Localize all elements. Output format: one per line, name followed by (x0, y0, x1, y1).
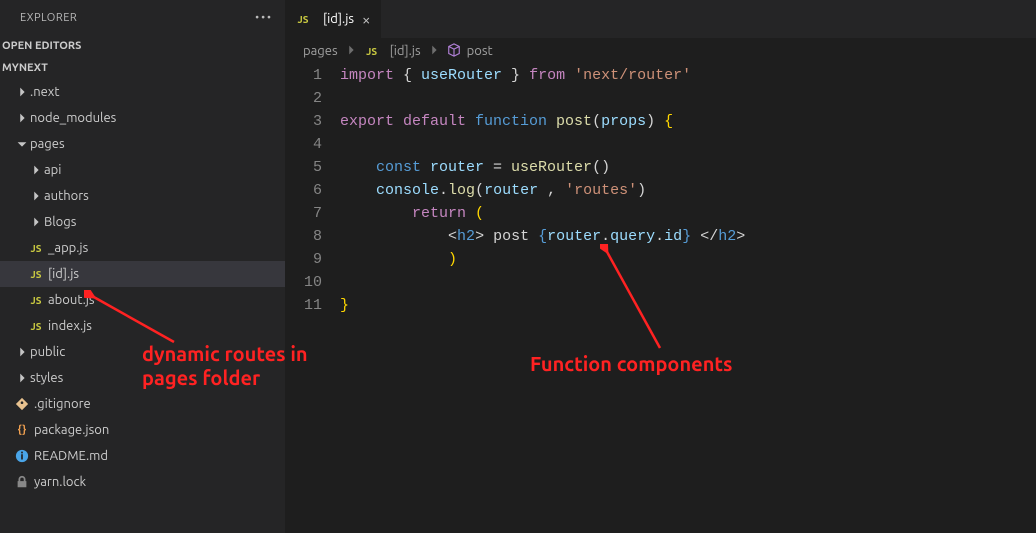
chevron-right-icon (14, 111, 30, 125)
breadcrumb[interactable]: pages JS [id].js post (285, 38, 1036, 64)
lock-icon (14, 475, 30, 489)
folder-node-modules[interactable]: node_modules (0, 105, 285, 131)
folder-label: public (30, 345, 65, 359)
chevron-right-icon (14, 85, 30, 99)
folder-label: Blogs (44, 215, 76, 229)
folder-api[interactable]: api (0, 157, 285, 183)
chevron-right-icon (14, 371, 30, 385)
folder-label: .next (30, 85, 59, 99)
chevron-down-icon (14, 137, 30, 151)
chevron-right-icon (28, 163, 44, 177)
folder-label: node_modules (30, 111, 116, 125)
file-label: package.json (34, 423, 109, 437)
breadcrumb-item[interactable]: [id].js (390, 44, 421, 58)
folder-blogs[interactable]: Blogs (0, 209, 285, 235)
file-tree: .next node_modules pages api authors Blo… (0, 79, 285, 533)
file-index-js[interactable]: JS index.js (0, 313, 285, 339)
tab-label: [id].js (323, 12, 354, 26)
file-app-js[interactable]: JS _app.js (0, 235, 285, 261)
more-icon[interactable]: ••• (255, 12, 273, 24)
code-editor[interactable]: 1234567891011 import { useRouter } from … (285, 64, 1036, 533)
project-section[interactable]: MYNEXT (0, 57, 285, 79)
file-package-json[interactable]: {} package.json (0, 417, 285, 443)
file-label: .gitignore (34, 397, 91, 411)
chevron-right-icon (28, 189, 44, 203)
chevron-right-icon (427, 43, 441, 60)
folder-label: authors (44, 189, 89, 203)
close-icon[interactable]: × (362, 11, 370, 28)
json-icon: {} (14, 424, 30, 436)
file-about-js[interactable]: JS about.js (0, 287, 285, 313)
folder-authors[interactable]: authors (0, 183, 285, 209)
line-gutter: 1234567891011 (285, 64, 340, 533)
file-label: [id].js (48, 267, 79, 281)
file-yarn-lock[interactable]: yarn.lock (0, 469, 285, 495)
git-icon (14, 397, 30, 411)
file-gitignore[interactable]: .gitignore (0, 391, 285, 417)
js-icon: JS (28, 269, 44, 280)
file-readme[interactable]: README.md (0, 443, 285, 469)
breadcrumb-item[interactable]: pages (303, 44, 338, 58)
open-editors-label: OPEN EDITORS (2, 40, 81, 52)
folder-label: pages (30, 137, 65, 151)
file-label: README.md (34, 449, 108, 463)
js-icon: JS (295, 14, 311, 25)
sidebar: EXPLORER ••• OPEN EDITORS MYNEXT .next n… (0, 0, 285, 533)
folder-public[interactable]: public (0, 339, 285, 365)
project-label: MYNEXT (2, 62, 48, 74)
file-label: about.js (48, 293, 95, 307)
file-id-js[interactable]: JS [id].js (0, 261, 285, 287)
file-label: yarn.lock (34, 475, 86, 489)
tab-bar: JS [id].js × (285, 0, 1036, 38)
editor-area: JS [id].js × pages JS [id].js post 12345… (285, 0, 1036, 533)
chevron-right-icon (14, 345, 30, 359)
breadcrumb-item[interactable]: post (467, 44, 493, 58)
chevron-right-icon (28, 215, 44, 229)
explorer-title: EXPLORER (20, 12, 77, 24)
open-editors-section[interactable]: OPEN EDITORS (0, 35, 285, 57)
chevron-right-icon (344, 43, 358, 60)
folder-label: styles (30, 371, 63, 385)
folder-next[interactable]: .next (0, 79, 285, 105)
cube-icon (447, 43, 461, 60)
folder-pages[interactable]: pages (0, 131, 285, 157)
folder-styles[interactable]: styles (0, 365, 285, 391)
code-content[interactable]: import { useRouter } from 'next/router' … (340, 64, 1036, 533)
explorer-header: EXPLORER ••• (0, 0, 285, 35)
folder-label: api (44, 163, 61, 177)
file-label: index.js (48, 319, 92, 333)
js-icon: JS (28, 321, 44, 332)
file-label: _app.js (48, 241, 88, 255)
tab-id-js[interactable]: JS [id].js × (285, 0, 381, 38)
info-icon (14, 449, 30, 463)
js-icon: JS (364, 46, 380, 57)
js-icon: JS (28, 295, 44, 306)
js-icon: JS (28, 243, 44, 254)
